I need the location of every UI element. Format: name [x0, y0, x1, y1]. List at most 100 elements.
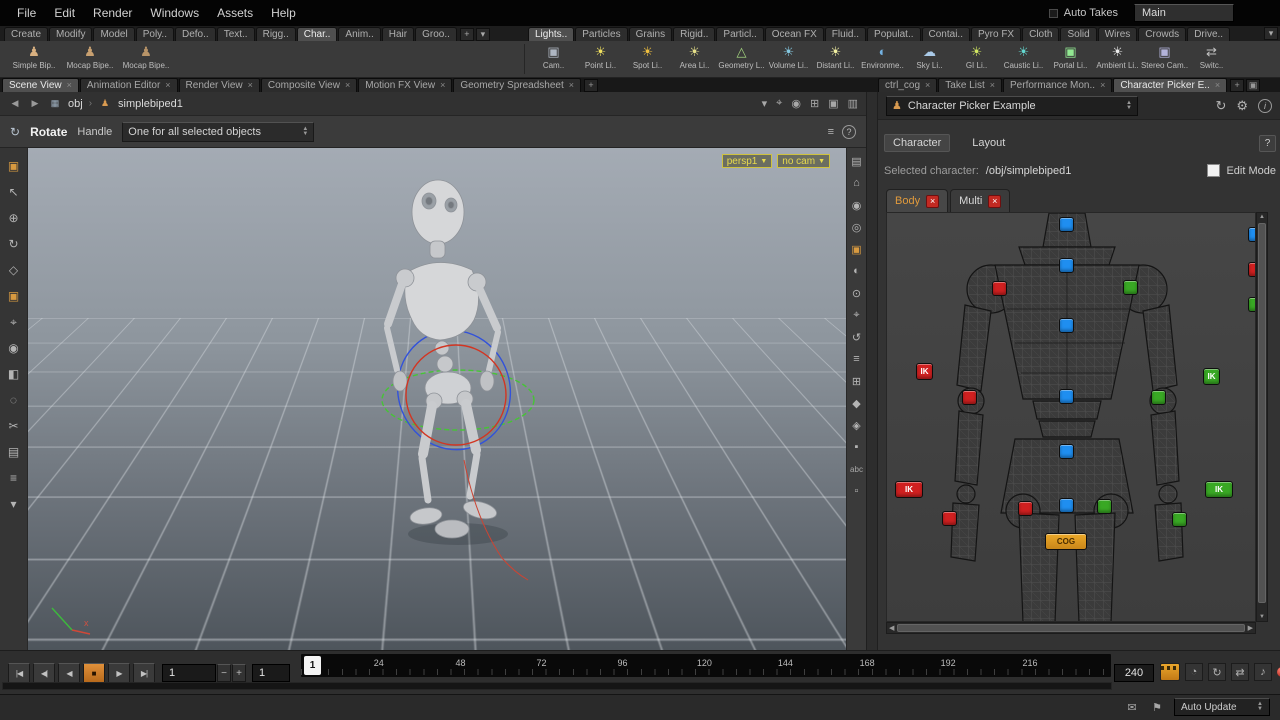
shelf-tab-rigid[interactable]: Rigid.. — [673, 27, 716, 41]
scrollbar-thumb[interactable] — [897, 624, 1245, 632]
tool-geometry-light[interactable]: △ Geometry L.. — [718, 43, 765, 71]
spinner-icon[interactable]: ▲ ▼ — [1126, 100, 1132, 111]
frame-step-field[interactable]: 1 — [252, 664, 290, 682]
picker-button-r-shoulder[interactable] — [1123, 280, 1138, 295]
clapper-icon[interactable] — [1160, 663, 1180, 681]
shelf-tab-fluids[interactable]: Fluid.. — [824, 27, 867, 41]
close-icon[interactable]: × — [926, 194, 940, 208]
tool-distant-light[interactable]: ☀ Distant Li.. — [812, 43, 859, 71]
pane-tab-ctrl-cog[interactable]: ctrl_cog × — [878, 78, 938, 92]
picker-button-neck[interactable] — [1059, 258, 1074, 273]
close-icon[interactable]: × — [345, 81, 350, 90]
menu-help[interactable]: Help — [262, 3, 305, 23]
shelf-tab-poly[interactable]: Poly.. — [135, 27, 174, 41]
picker-button-r-elbow[interactable] — [1151, 390, 1166, 405]
pane-tab-motion-fx-view[interactable]: Motion FX View × — [358, 78, 453, 92]
grid-icon[interactable] — [810, 97, 819, 110]
objects-mode-icon[interactable]: ▣ — [5, 158, 23, 174]
current-frame-marker[interactable]: 1 — [304, 656, 321, 675]
shelf-tab-deform[interactable]: Defo.. — [175, 27, 216, 41]
shading-icon[interactable]: ◐ — [849, 264, 865, 278]
picker-button-chest[interactable] — [1059, 318, 1074, 333]
end-frame-field[interactable]: 240 — [1114, 664, 1154, 682]
shelf-tab-containers[interactable]: Contai.. — [921, 27, 970, 41]
grid-toggle-icon[interactable]: ⊞ — [849, 374, 865, 388]
jump-start-button[interactable] — [8, 663, 30, 683]
subtab-body[interactable]: Body × — [886, 189, 949, 212]
tool-environment-light[interactable]: ◐ Environme.. — [859, 43, 906, 70]
picker-button-l-shoulder[interactable] — [992, 281, 1007, 296]
tool-ambient-light[interactable]: ☀ Ambient Li.. — [1094, 43, 1141, 71]
pivot-icon[interactable]: ◉ — [5, 340, 23, 356]
snap-view-icon[interactable]: ⌖ — [849, 308, 865, 322]
monitor-icon[interactable] — [848, 97, 858, 110]
options-icon[interactable]: ≡ — [5, 470, 23, 486]
more-icon[interactable]: ▾ — [5, 496, 23, 512]
cut-icon[interactable]: ✂ — [5, 418, 23, 434]
blank-icon[interactable]: ▫ — [849, 484, 865, 498]
close-icon[interactable]: × — [925, 81, 930, 90]
shelf-tab-particlefluids[interactable]: Particl.. — [716, 27, 764, 41]
tool-portal-light[interactable]: ▣ Portal Li.. — [1047, 43, 1094, 71]
layout-icon[interactable]: ▤ — [849, 154, 865, 168]
play-button[interactable] — [108, 663, 130, 683]
pane-tab-character-picker[interactable]: Character Picker E.. × — [1113, 78, 1228, 92]
pane-tab-scene-view[interactable]: Scene View × — [2, 78, 79, 92]
pane-maximize-button[interactable]: ▣ — [1246, 79, 1261, 92]
picker-button-l-wrist[interactable] — [942, 511, 957, 526]
scrollbar-thumb[interactable] — [1258, 223, 1266, 603]
gear-icon[interactable] — [1236, 98, 1248, 114]
picker-button-head[interactable] — [1059, 217, 1074, 232]
handle-label[interactable]: Handle — [77, 126, 112, 138]
shelf-tab-hair[interactable]: Hair — [381, 27, 415, 41]
close-icon[interactable]: × — [990, 81, 995, 90]
menu-file[interactable]: File — [8, 3, 45, 23]
handle-tool-icon[interactable]: ⌖ — [5, 314, 23, 330]
shelf-tab-oceanfx[interactable]: Ocean FX — [764, 27, 824, 41]
menu-render[interactable]: Render — [84, 3, 141, 23]
tool-simple-biped[interactable]: ♟ Simple Bip.. — [6, 43, 62, 71]
tool-stereo-camera[interactable]: ▣ Stereo Cam.. — [1141, 43, 1188, 71]
auto-takes-checkbox[interactable] — [1048, 8, 1058, 18]
frame-selected-icon[interactable]: ◉ — [849, 198, 865, 212]
update-mode-selector[interactable]: Auto Update ▲ ▼ — [1174, 698, 1270, 716]
shelf-tab-crowds[interactable]: Crowds — [1138, 27, 1187, 41]
message-icon[interactable] — [1124, 699, 1140, 715]
auto-takes-toggle[interactable]: Auto Takes — [1048, 7, 1118, 19]
close-icon[interactable]: × — [248, 81, 253, 90]
refresh-icon[interactable] — [1215, 98, 1226, 114]
clip-icon[interactable] — [828, 97, 838, 110]
tab-character[interactable]: Character — [884, 134, 951, 152]
picker-vertical-scrollbar[interactable]: ▲ ▼ — [1256, 212, 1268, 622]
transfer-icon[interactable] — [1231, 663, 1249, 681]
tool-mocap-biped-1[interactable]: ♟ Mocap Bipe.. — [62, 43, 118, 71]
picker-horizontal-scrollbar[interactable]: ◀ ▶ — [886, 622, 1256, 634]
pane-tab-composite-view[interactable]: Composite View × — [260, 78, 358, 92]
shelf-tab-model[interactable]: Model — [93, 27, 135, 41]
undo-view-icon[interactable]: ↺ — [849, 330, 865, 344]
translate-tool-icon[interactable]: ⊕ — [5, 210, 23, 226]
tool-caustic-light[interactable]: ☀ Caustic Li.. — [1000, 43, 1047, 71]
shelf-add-tab-button[interactable]: + — [459, 28, 474, 41]
picker-button-spine-low[interactable] — [1059, 444, 1074, 459]
menu-assets[interactable]: Assets — [208, 3, 262, 23]
tool-gi-light[interactable]: ☀ GI Li.. — [953, 43, 1000, 71]
current-frame-field[interactable]: 1 — [162, 664, 216, 682]
picker-button-r-arm-ik[interactable]: IK — [1203, 368, 1220, 385]
scroll-left-icon[interactable]: ◀ — [889, 624, 894, 632]
tool-sky-light[interactable]: ☁ Sky Li.. — [906, 43, 953, 71]
forward-icon[interactable] — [28, 97, 42, 111]
menu-edit[interactable]: Edit — [45, 3, 84, 23]
shelf-tab-menu-button[interactable]: ▾ — [475, 28, 490, 41]
picker-button-r-hip[interactable] — [1097, 499, 1112, 514]
scroll-up-icon[interactable]: ▲ — [1257, 214, 1267, 220]
next-key-button[interactable] — [133, 663, 155, 683]
shelf-tab-particles[interactable]: Particles — [575, 27, 628, 41]
shelf-tab-populate[interactable]: Populat.. — [867, 27, 921, 41]
snap-icon[interactable]: ◧ — [5, 366, 23, 382]
tool-switcher[interactable]: ⇄ Switc.. — [1188, 43, 1235, 71]
shelf-tab-grains[interactable]: Grains — [628, 27, 673, 41]
tab-layout[interactable]: Layout — [964, 135, 1013, 151]
scroll-right-icon[interactable]: ▶ — [1248, 624, 1253, 632]
home-view-icon[interactable]: ⌂ — [849, 176, 865, 190]
